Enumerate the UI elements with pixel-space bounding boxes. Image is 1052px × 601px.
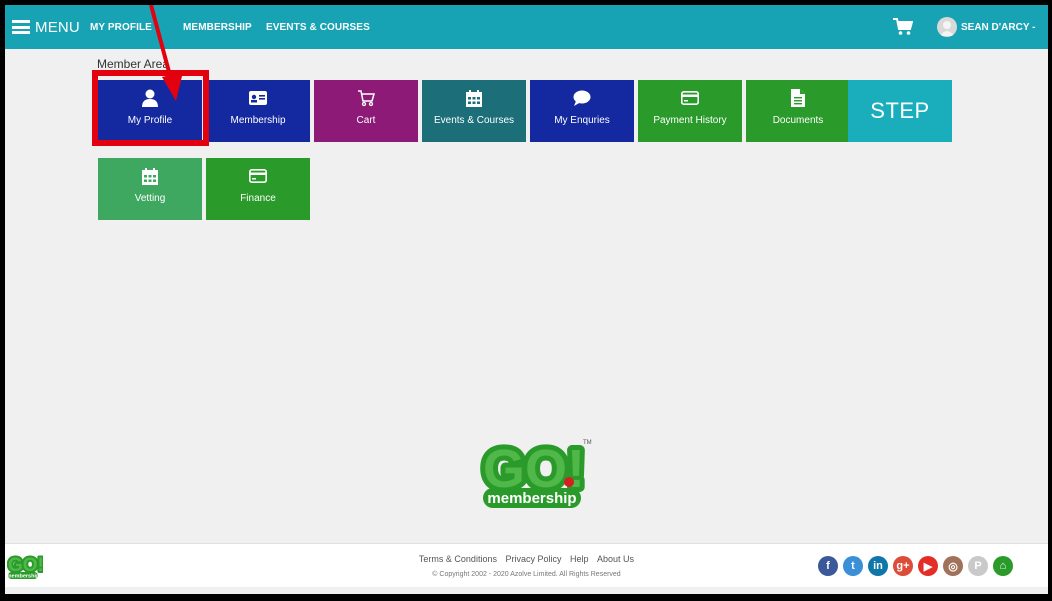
- logo-sub-text: membership: [487, 490, 576, 507]
- tile-membership[interactable]: Membership: [206, 80, 310, 142]
- tile-vetting[interactable]: Vetting: [98, 158, 202, 220]
- cart-icon: [357, 89, 375, 107]
- credit-card-icon: [681, 89, 699, 107]
- nav-my-profile[interactable]: MY PROFILE: [90, 22, 152, 33]
- avatar[interactable]: [937, 17, 957, 37]
- tile-my-profile[interactable]: My Profile: [98, 80, 202, 142]
- tile-cart[interactable]: Cart: [314, 80, 418, 142]
- top-navigation-bar: MENU MY PROFILE MEMBERSHIP EVENTS & COUR…: [5, 5, 1048, 49]
- tile-label: My Profile: [127, 115, 173, 126]
- google-plus-icon[interactable]: g+: [893, 556, 913, 576]
- tile-step[interactable]: STEP: [848, 80, 952, 142]
- user-icon: [141, 89, 159, 107]
- tile-label: Vetting: [134, 193, 166, 204]
- facebook-icon[interactable]: f: [818, 556, 838, 576]
- tile-payment-history[interactable]: Payment History: [638, 80, 742, 142]
- tile-events-courses[interactable]: Events & Courses: [422, 80, 526, 142]
- tile-finance[interactable]: Finance: [206, 158, 310, 220]
- document-icon: [789, 89, 807, 107]
- user-menu[interactable]: SEAN D'ARCY -: [961, 22, 1035, 33]
- tile-label: Membership: [230, 115, 286, 126]
- hamburger-icon: [12, 20, 30, 34]
- calendar-icon: [141, 167, 159, 185]
- terms-link[interactable]: Terms & Conditions: [419, 554, 497, 564]
- menu-button[interactable]: MENU: [12, 17, 80, 37]
- tile-my-enquiries[interactable]: My Enquries: [530, 80, 634, 142]
- browser-viewport: MENU MY PROFILE MEMBERSHIP EVENTS & COUR…: [5, 5, 1048, 594]
- pinterest-icon[interactable]: P: [968, 556, 988, 576]
- help-link[interactable]: Help: [570, 554, 589, 564]
- tile-label: Payment History: [653, 115, 727, 126]
- id-card-icon: [249, 89, 267, 107]
- tile-label: My Enquries: [554, 115, 610, 126]
- tile-label: Documents: [772, 115, 824, 126]
- home-icon[interactable]: ⌂: [993, 556, 1013, 576]
- nav-membership[interactable]: MEMBERSHIP: [183, 22, 252, 33]
- youtube-icon[interactable]: ▶: [918, 556, 938, 576]
- user-silhouette-icon: [940, 21, 954, 36]
- twitter-icon[interactable]: t: [843, 556, 863, 576]
- instagram-icon[interactable]: ◎: [943, 556, 963, 576]
- nav-events-courses[interactable]: EVENTS & COURSES: [266, 22, 370, 33]
- credit-card-icon: [249, 167, 267, 185]
- footer: GO! GO! membership Terms & Conditions Pr…: [5, 543, 1048, 587]
- footer-links: Terms & Conditions Privacy Policy Help A…: [5, 554, 1048, 564]
- go-membership-logo: GO! GO! membership TM: [479, 434, 592, 508]
- copyright-text: © Copyright 2002 - 2020 Azolve Limited. …: [432, 571, 621, 578]
- shopping-cart-icon[interactable]: [893, 18, 913, 36]
- tile-label: STEP: [870, 98, 930, 123]
- tile-documents[interactable]: Documents: [746, 80, 850, 142]
- chat-bubble-icon: [573, 89, 591, 107]
- linkedin-icon[interactable]: in: [868, 556, 888, 576]
- menu-label: MENU: [35, 18, 80, 36]
- logo-trademark: TM: [583, 440, 592, 446]
- tile-label: Events & Courses: [433, 115, 515, 126]
- about-link[interactable]: About Us: [597, 554, 634, 564]
- tile-label: Finance: [240, 193, 276, 204]
- page-title: Member Area: [97, 57, 170, 71]
- privacy-link[interactable]: Privacy Policy: [505, 554, 561, 564]
- tile-label: Cart: [356, 115, 376, 126]
- calendar-icon: [465, 89, 483, 107]
